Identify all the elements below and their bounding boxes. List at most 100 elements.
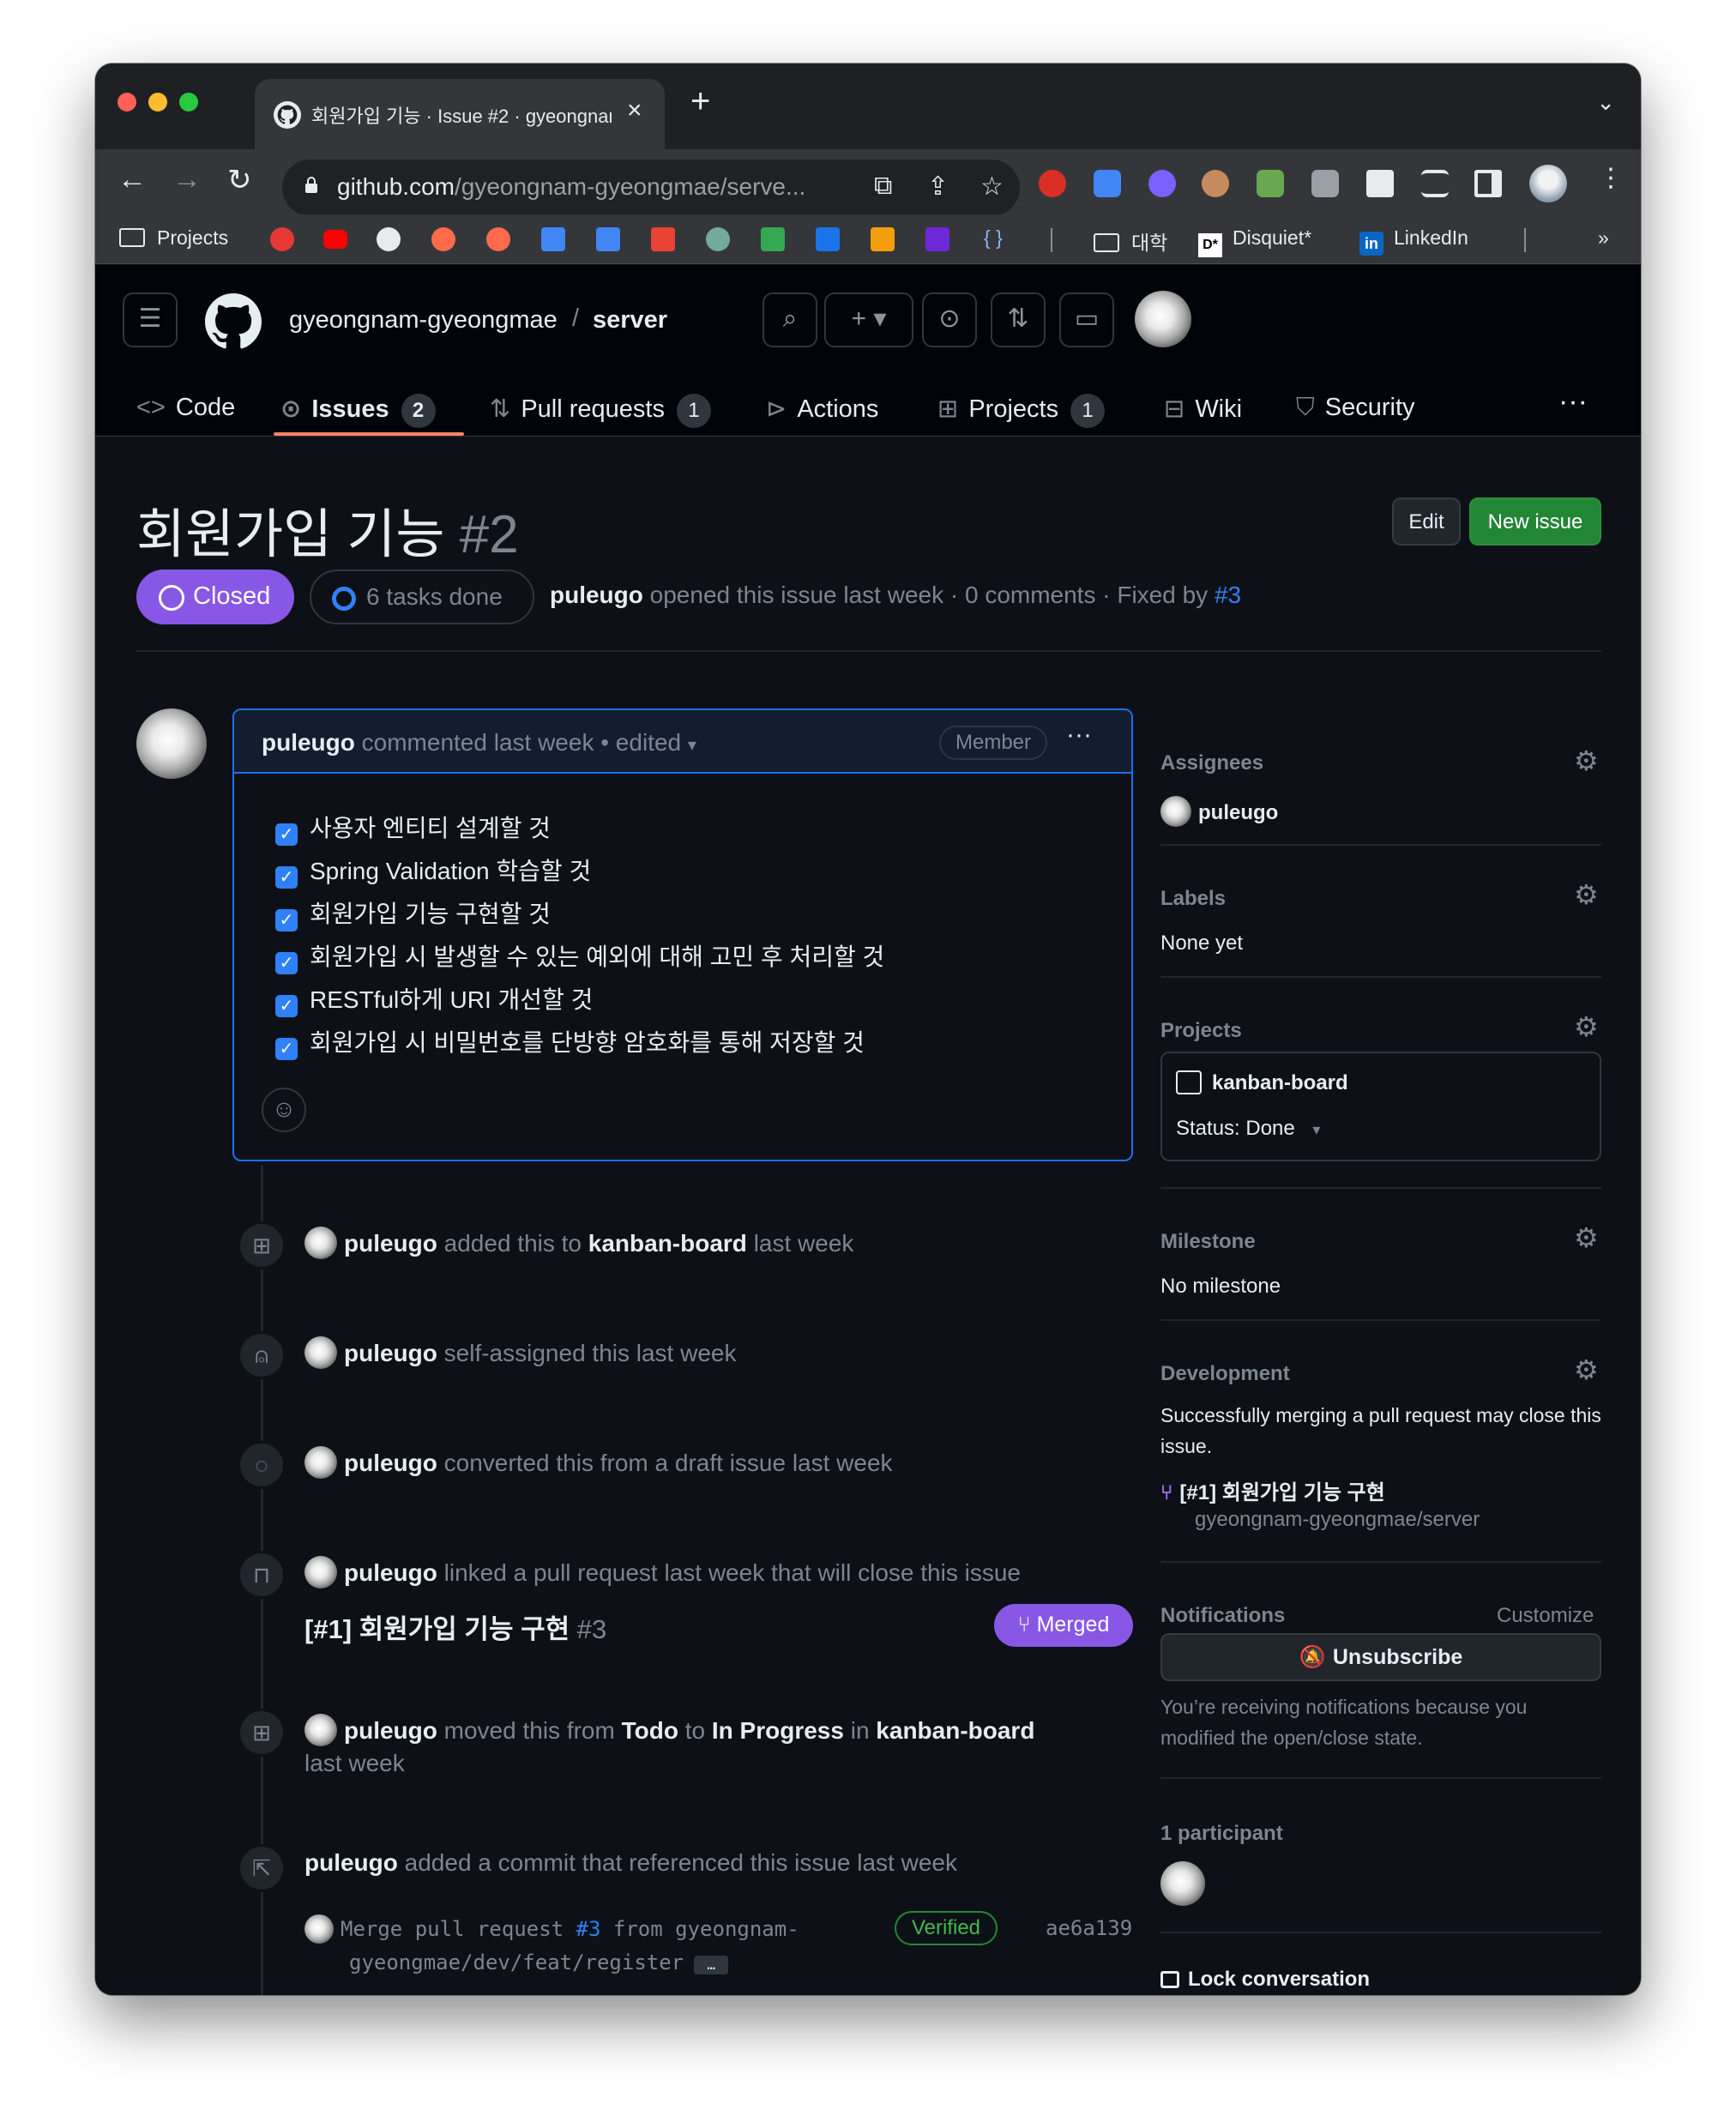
reading-list-icon[interactable] bbox=[1421, 170, 1449, 197]
event-time[interactable]: last week bbox=[754, 1230, 854, 1257]
maximize-window-button[interactable] bbox=[179, 93, 198, 112]
address-bar[interactable]: github.com/gyeongnam-gyeongmae/serve... … bbox=[282, 160, 1020, 216]
pull-requests-icon[interactable]: ⇅ bbox=[991, 292, 1046, 347]
add-reaction-smiley-icon[interactable]: ☺ bbox=[262, 1088, 306, 1132]
assignee[interactable]: puleugo bbox=[1160, 796, 1278, 827]
project-link[interactable]: kanban-board bbox=[1176, 1070, 1348, 1095]
tab-wiki[interactable]: ⊟ Wiki bbox=[1164, 394, 1242, 424]
lock-conversation-button[interactable]: Lock conversation bbox=[1160, 1968, 1370, 1992]
task-item[interactable]: ✓ 회원가입 시 발생할 수 있는 예외에 대해 고민 후 처리할 것 bbox=[275, 938, 884, 974]
bookmark-youtube-icon[interactable] bbox=[323, 230, 347, 249]
checkbox-checked-icon[interactable]: ✓ bbox=[275, 1038, 298, 1060]
actor-link[interactable]: puleugo bbox=[344, 1340, 437, 1366]
chrome-menu-icon[interactable]: ⋮ bbox=[1598, 163, 1624, 193]
bookmark-braces-icon[interactable]: { } bbox=[984, 226, 1003, 250]
issues-icon[interactable]: ⊙ bbox=[922, 292, 977, 347]
new-tab-button[interactable]: + bbox=[690, 82, 710, 121]
bookmark-linkedin[interactable]: in LinkedIn bbox=[1359, 226, 1468, 256]
gear-icon[interactable]: ⚙ bbox=[1574, 878, 1599, 911]
gear-icon[interactable]: ⚙ bbox=[1574, 1353, 1599, 1386]
bookmark-docs-icon[interactable] bbox=[541, 227, 565, 251]
reload-icon[interactable]: ↻ bbox=[227, 163, 252, 197]
back-arrow-icon[interactable]: ← bbox=[118, 163, 147, 196]
actor-link[interactable]: puleugo bbox=[344, 1559, 437, 1586]
comment-author-link[interactable]: puleugo bbox=[262, 729, 355, 756]
bookmark-record-icon[interactable] bbox=[270, 227, 294, 251]
linked-pr-title[interactable]: [#1] 회원가입 기능 구현 #3 bbox=[304, 1607, 606, 1646]
actor-link[interactable]: puleugo bbox=[344, 1717, 437, 1744]
bookmark-maps-icon[interactable] bbox=[761, 227, 785, 251]
chevron-down-icon[interactable]: ▾ bbox=[688, 736, 696, 755]
inbox-icon[interactable]: ▭ bbox=[1059, 292, 1114, 347]
extension-stop-icon[interactable] bbox=[1039, 170, 1066, 197]
bookmark-folder-univ[interactable]: 대학 bbox=[1094, 226, 1167, 256]
browser-tab-active[interactable]: 회원가입 기능 · Issue #2 · gyeongnam-gyeongmae… bbox=[255, 79, 665, 149]
bookmark-github-icon[interactable] bbox=[377, 227, 401, 251]
actor-link[interactable]: puleugo bbox=[344, 1230, 437, 1257]
task-item[interactable]: ✓ RESTful하게 URI 개선할 것 bbox=[275, 981, 593, 1017]
search-icon[interactable]: ⌕ bbox=[763, 292, 817, 347]
participant-avatar[interactable] bbox=[1160, 1861, 1205, 1906]
actor-avatar[interactable] bbox=[304, 1446, 337, 1479]
forward-arrow-icon[interactable]: → bbox=[172, 163, 202, 196]
checkbox-checked-icon[interactable]: ✓ bbox=[275, 823, 298, 846]
tab-actions[interactable]: ⊳ Actions bbox=[766, 394, 878, 424]
url-text[interactable]: github.com/gyeongnam-gyeongmae/serve... bbox=[337, 173, 886, 201]
close-tab-icon[interactable]: × bbox=[627, 96, 642, 125]
bookmarks-overflow-button[interactable]: » bbox=[1598, 226, 1609, 250]
comment-author-avatar[interactable] bbox=[136, 708, 207, 779]
extension-camera-icon[interactable] bbox=[1311, 170, 1339, 197]
fixed-by-link[interactable]: #3 bbox=[1215, 582, 1241, 608]
checkbox-checked-icon[interactable]: ✓ bbox=[275, 909, 298, 931]
minimize-window-button[interactable] bbox=[148, 93, 167, 112]
bookmark-app-icon[interactable] bbox=[431, 227, 455, 251]
share-icon[interactable]: ⇪ bbox=[927, 172, 949, 202]
tasks-progress[interactable]: 6 tasks done bbox=[310, 570, 534, 624]
user-avatar[interactable] bbox=[1135, 291, 1191, 347]
tab-issues[interactable]: ⊙ Issues 2 bbox=[280, 394, 436, 428]
hamburger-menu-icon[interactable]: ☰ bbox=[123, 292, 178, 347]
gear-icon[interactable]: ⚙ bbox=[1574, 1221, 1599, 1254]
github-logo-icon[interactable] bbox=[205, 293, 262, 350]
expand-commit-button[interactable]: … bbox=[694, 1956, 729, 1974]
tab-pull-requests[interactable]: ⇅ Pull requests 1 bbox=[490, 394, 711, 428]
edit-button[interactable]: Edit bbox=[1392, 497, 1461, 546]
actor-link[interactable]: puleugo bbox=[304, 1849, 398, 1876]
close-window-button[interactable] bbox=[118, 93, 136, 112]
task-item[interactable]: ✓ 회원가입 기능 구현할 것 bbox=[275, 895, 551, 931]
author-link[interactable]: puleugo bbox=[550, 582, 643, 608]
actor-avatar[interactable] bbox=[304, 1227, 337, 1259]
tab-search-chevron-icon[interactable]: ⌄ bbox=[1596, 89, 1615, 116]
task-item[interactable]: ✓ 사용자 엔티티 설계할 것 bbox=[275, 810, 551, 846]
tab-code[interactable]: <> Code bbox=[136, 394, 235, 422]
repo-owner-link[interactable]: gyeongnam-gyeongmae bbox=[289, 306, 558, 335]
comment-time[interactable]: commented last week • edited bbox=[362, 729, 681, 756]
bookmark-star-icon[interactable]: ☆ bbox=[980, 172, 1004, 202]
event-time[interactable]: last week bbox=[304, 1750, 405, 1777]
repo-name-link[interactable]: server bbox=[593, 306, 667, 335]
project-link[interactable]: kanban-board bbox=[588, 1230, 747, 1257]
commit-message[interactable]: Merge pull request #3 from gyeongnam- bbox=[304, 1914, 799, 1944]
profile-avatar[interactable] bbox=[1529, 165, 1567, 202]
create-new-button[interactable]: + ▾ bbox=[824, 292, 913, 347]
extension-translate-icon[interactable] bbox=[1094, 170, 1121, 197]
verified-badge[interactable]: Verified bbox=[895, 1911, 998, 1945]
customize-link[interactable]: Customize bbox=[1497, 1604, 1594, 1628]
bookmark-list-icon[interactable] bbox=[925, 227, 949, 251]
commit-pr-link[interactable]: #3 bbox=[576, 1917, 601, 1941]
task-item[interactable]: ✓ 회원가입 시 비밀번호를 단방향 암호화를 통해 저장할 것 bbox=[275, 1024, 865, 1060]
more-tabs-icon[interactable]: ··· bbox=[1558, 385, 1588, 419]
unsubscribe-button[interactable]: 🔕 Unsubscribe bbox=[1160, 1633, 1601, 1681]
tab-projects[interactable]: ⊞ Projects 1 bbox=[937, 394, 1106, 428]
tab-security[interactable]: ⛉ Security bbox=[1296, 394, 1415, 422]
new-issue-button[interactable]: New issue bbox=[1469, 497, 1601, 546]
checkbox-checked-icon[interactable]: ✓ bbox=[275, 952, 298, 974]
side-panel-icon[interactable] bbox=[1474, 170, 1502, 197]
bookmark-folder-projects[interactable]: Projects bbox=[119, 226, 228, 250]
extensions-puzzle-icon[interactable] bbox=[1366, 170, 1394, 197]
gear-icon[interactable]: ⚙ bbox=[1574, 745, 1599, 777]
actor-avatar[interactable] bbox=[304, 1714, 337, 1746]
gear-icon[interactable]: ⚙ bbox=[1574, 1010, 1599, 1043]
extension-picture-icon[interactable] bbox=[1257, 170, 1284, 197]
project-status-select[interactable]: Status: Done ▾ bbox=[1176, 1117, 1320, 1141]
